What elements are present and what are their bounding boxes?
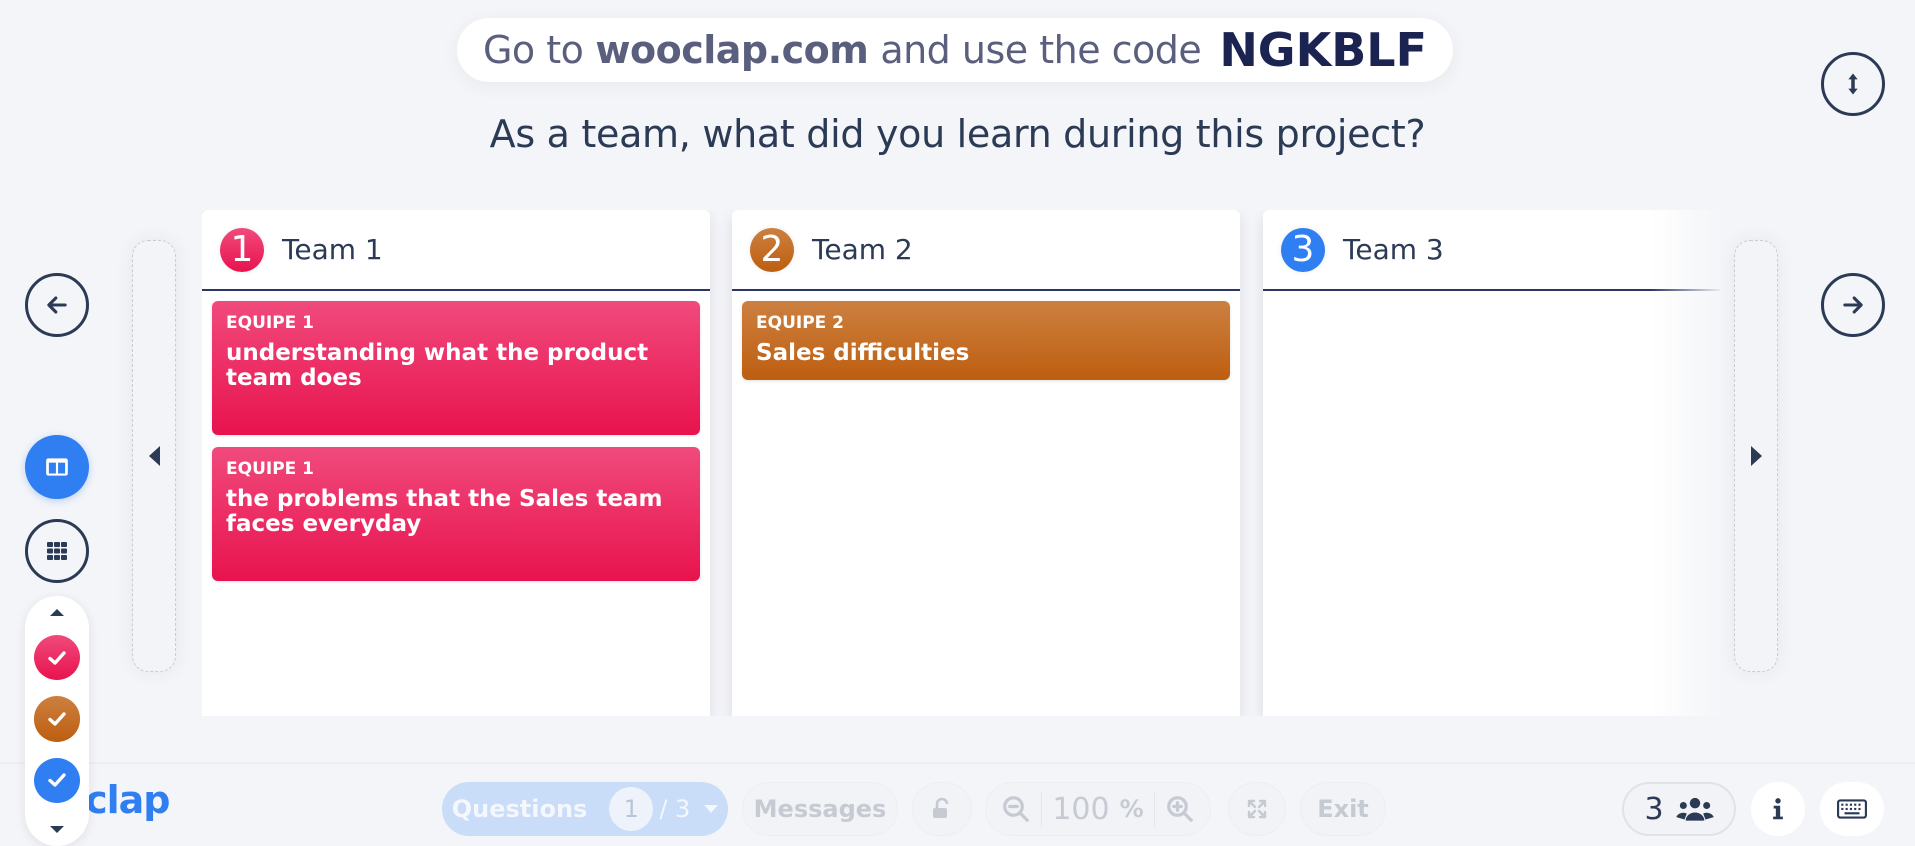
next-question-button[interactable] bbox=[1821, 273, 1885, 337]
questions-dropdown[interactable]: Questions 1 / 3 bbox=[442, 782, 728, 836]
zoom-in-icon[interactable] bbox=[1165, 794, 1195, 824]
team-filter-toggle[interactable] bbox=[34, 635, 80, 681]
column-header: 3 Team 3 bbox=[1263, 210, 1720, 291]
checkmark-icon bbox=[48, 773, 66, 787]
join-instructions-banner: Go to wooclap.com and use the code NGKBL… bbox=[457, 18, 1453, 82]
scroll-down-button[interactable] bbox=[25, 813, 89, 846]
caret-down-icon bbox=[50, 825, 64, 833]
team-number-badge: 2 bbox=[750, 227, 794, 272]
divider bbox=[1041, 791, 1043, 827]
vertical-resize-icon bbox=[1848, 73, 1858, 95]
event-code: NGKBLF bbox=[1219, 23, 1428, 77]
team-column: 2 Team 2 EQUIPE 2 Sales difficulties bbox=[732, 210, 1240, 716]
info-button[interactable] bbox=[1751, 782, 1805, 836]
column-title: Team 1 bbox=[282, 233, 383, 266]
columns-icon bbox=[46, 458, 68, 476]
arrow-right-icon bbox=[1843, 296, 1863, 314]
exit-label: Exit bbox=[1317, 795, 1369, 823]
chevron-down-icon bbox=[704, 805, 719, 813]
team-filter-picker bbox=[25, 596, 89, 846]
arrow-left-icon bbox=[47, 296, 67, 314]
users-icon bbox=[1675, 797, 1714, 821]
zoom-controls: 100 % bbox=[985, 782, 1211, 836]
checkmark-icon bbox=[48, 651, 66, 665]
scroll-right-rail[interactable] bbox=[1734, 240, 1778, 672]
answer-card[interactable]: EQUIPE 1 the problems that the Sales tea… bbox=[212, 447, 700, 581]
caret-up-icon bbox=[50, 609, 64, 617]
messages-button[interactable]: Messages bbox=[742, 782, 898, 836]
card-text: the problems that the Sales team faces e… bbox=[226, 486, 663, 537]
fullscreen-button[interactable] bbox=[1228, 782, 1286, 836]
divider bbox=[1153, 791, 1155, 827]
keyboard-shortcuts-button[interactable] bbox=[1820, 782, 1884, 836]
column-view-button[interactable] bbox=[25, 435, 89, 499]
answers-board: 1 Team 1 EQUIPE 1 understanding what the… bbox=[202, 210, 1720, 716]
column-body: EQUIPE 1 understanding what the product … bbox=[202, 291, 710, 603]
card-author: EQUIPE 1 bbox=[226, 313, 315, 333]
checkmark-icon bbox=[48, 712, 66, 726]
team-filter-toggle[interactable] bbox=[34, 757, 80, 803]
team-column: 1 Team 1 EQUIPE 1 understanding what the… bbox=[202, 210, 710, 716]
card-author: EQUIPE 2 bbox=[756, 313, 845, 333]
banner-middle: and use the code bbox=[880, 28, 1202, 72]
scroll-left-rail[interactable] bbox=[132, 240, 176, 672]
banner-prefix: Go to bbox=[482, 28, 584, 72]
previous-question-button[interactable] bbox=[25, 273, 89, 337]
column-header: 1 Team 1 bbox=[202, 210, 710, 291]
grid-icon bbox=[47, 542, 67, 560]
zoom-level: 100 bbox=[1052, 791, 1110, 827]
participants-button[interactable]: 3 bbox=[1622, 782, 1736, 836]
card-author: EQUIPE 1 bbox=[226, 459, 315, 479]
scroll-up-button[interactable] bbox=[25, 596, 89, 629]
answer-card[interactable]: EQUIPE 1 understanding what the product … bbox=[212, 301, 700, 435]
current-question-number: 1 bbox=[609, 787, 654, 831]
column-body bbox=[1263, 291, 1720, 311]
team-filter-toggle[interactable] bbox=[34, 696, 80, 742]
participants-count: 3 bbox=[1644, 791, 1664, 827]
card-text: Sales difficulties bbox=[756, 340, 970, 366]
question-title: As a team, what did you learn during thi… bbox=[489, 112, 1426, 156]
answer-card[interactable]: EQUIPE 2 Sales difficulties bbox=[742, 301, 1230, 380]
keyboard-icon bbox=[1837, 799, 1867, 819]
column-header: 2 Team 2 bbox=[732, 210, 1240, 291]
banner-site: wooclap.com bbox=[595, 28, 869, 72]
caret-right-icon bbox=[1750, 446, 1762, 466]
grid-view-button[interactable] bbox=[25, 519, 89, 583]
zoom-unit: % bbox=[1119, 795, 1144, 823]
messages-label: Messages bbox=[753, 795, 887, 823]
caret-left-icon bbox=[148, 446, 160, 466]
column-body: EQUIPE 2 Sales difficulties bbox=[732, 291, 1240, 402]
questions-label: Questions bbox=[451, 795, 588, 823]
column-title: Team 3 bbox=[1343, 233, 1444, 266]
unlock-icon bbox=[933, 797, 949, 818]
column-title: Team 2 bbox=[812, 233, 913, 266]
lock-button[interactable] bbox=[912, 782, 972, 836]
team-number-badge: 1 bbox=[220, 227, 264, 272]
question-total: / 3 bbox=[659, 795, 691, 823]
exit-button[interactable]: Exit bbox=[1300, 782, 1386, 836]
info-icon bbox=[1773, 798, 1783, 820]
expand-icon bbox=[1247, 799, 1267, 819]
team-column: 3 Team 3 bbox=[1263, 210, 1720, 716]
team-number-badge: 3 bbox=[1281, 227, 1325, 272]
resize-button[interactable] bbox=[1821, 52, 1885, 116]
zoom-out-icon[interactable] bbox=[1001, 794, 1031, 824]
card-text: understanding what the product team does bbox=[226, 340, 649, 391]
bottom-toolbar: oclap Questions 1 / 3 Messages 100 % Exi… bbox=[0, 762, 1915, 846]
